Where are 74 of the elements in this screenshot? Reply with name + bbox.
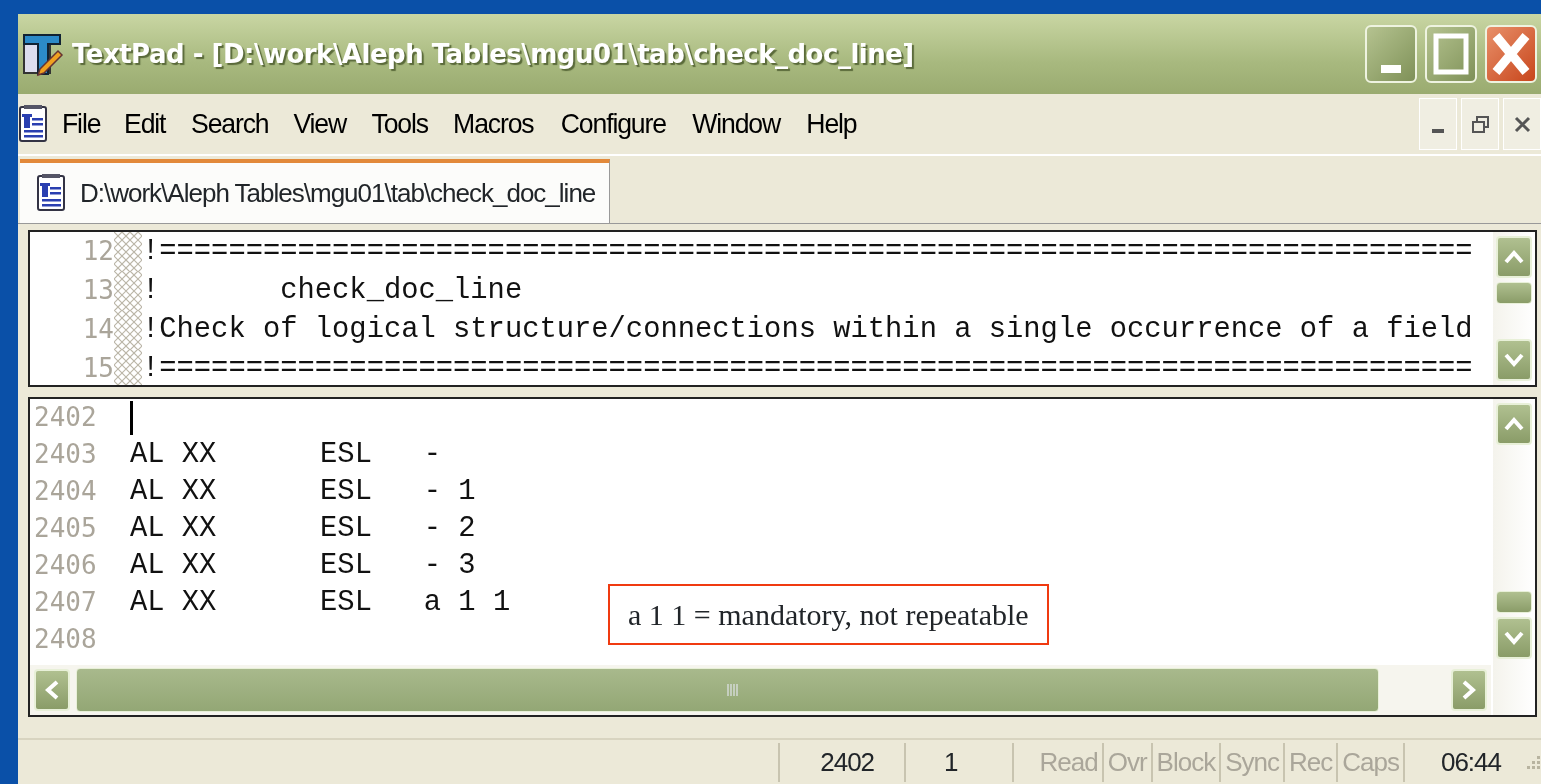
scroll-down-button[interactable] — [1496, 617, 1532, 659]
menu-item[interactable]: Configure — [550, 103, 676, 145]
status-indicator: Caps — [1338, 742, 1405, 782]
code-line: AL XX ESL a 1 1 — [130, 584, 511, 621]
menu-item[interactable]: Search — [180, 103, 279, 145]
doc-restore-button[interactable] — [1461, 98, 1499, 150]
status-column-number: 1 — [904, 742, 1012, 782]
hatch-marker-icon — [114, 232, 142, 271]
document-icon — [18, 104, 50, 144]
left-chevron-icon — [45, 680, 59, 700]
menu-item[interactable]: Help — [795, 103, 867, 145]
menu-item[interactable]: Edit — [113, 103, 177, 145]
line-number: 2402 — [33, 401, 98, 434]
code-line: AL XX ESL - 2 — [130, 510, 476, 547]
scroll-up-button[interactable] — [1496, 236, 1532, 278]
status-indicator: Read — [1035, 742, 1104, 782]
window-title: TextPad - [D:\work\Aleph Tables\mgu01\tab\check_doc_line] — [72, 37, 915, 71]
up-chevron-icon — [1504, 417, 1524, 431]
hatch-marker-icon — [114, 349, 142, 385]
status-indicator: Sync — [1221, 742, 1285, 782]
code-line: !============================================================================ — [142, 350, 1473, 385]
line-number: 2403 — [33, 438, 98, 471]
status-line-number: 2402 — [778, 742, 905, 782]
close-button[interactable] — [1485, 25, 1537, 83]
grip-icon — [726, 683, 738, 697]
app-icon — [20, 31, 64, 77]
minimize-button[interactable] — [1365, 25, 1417, 83]
down-chevron-icon — [1504, 631, 1524, 645]
down-chevron-icon — [1504, 353, 1524, 367]
code-line: !Check of logical structure/connections within a single occurrence of a field — [142, 311, 1473, 348]
scroll-up-button[interactable] — [1496, 403, 1532, 445]
menu-item[interactable]: Tools — [360, 103, 439, 145]
menu-item[interactable]: View — [283, 103, 357, 145]
code-line: AL XX ESL - — [130, 436, 442, 473]
line-number: 12 — [81, 235, 114, 268]
right-chevron-icon — [1462, 680, 1476, 700]
doc-minimize-button[interactable] — [1419, 98, 1457, 150]
code-line: AL XX ESL - 3 — [130, 547, 476, 584]
menu-item[interactable]: Macros — [442, 103, 544, 145]
hatch-marker-icon — [114, 310, 142, 349]
line-number: 2408 — [33, 623, 98, 656]
scroll-right-button[interactable] — [1451, 669, 1487, 711]
scroll-down-button[interactable] — [1496, 339, 1532, 381]
scrollbar-thumb[interactable] — [1496, 591, 1532, 613]
line-number: 13 — [81, 274, 114, 307]
up-chevron-icon — [1504, 250, 1524, 264]
status-indicator: Block — [1152, 742, 1222, 782]
line-number: 2404 — [33, 475, 98, 508]
code-line: AL XX ESL - 1 — [130, 473, 476, 510]
scroll-left-button[interactable] — [34, 669, 70, 711]
status-indicator: Rec — [1284, 742, 1339, 782]
hatch-marker-icon — [114, 271, 142, 310]
line-number: 2406 — [33, 549, 98, 582]
document-tab[interactable]: D:\work\Aleph Tables\mgu01\tab\check_doc_line — [20, 159, 611, 223]
doc-close-button[interactable] — [1503, 98, 1541, 150]
maximize-button[interactable] — [1425, 25, 1477, 83]
doc-minimize-icon — [1432, 129, 1444, 133]
scrollbar-thumb[interactable] — [76, 668, 1379, 712]
status-indicator: Ovr — [1103, 742, 1153, 782]
scrollbar-thumb[interactable] — [1496, 282, 1532, 304]
status-clock: 06:44 — [1439, 745, 1503, 779]
menu-item[interactable]: Window — [682, 103, 791, 145]
minimize-icon — [1381, 65, 1401, 73]
document-icon — [36, 173, 68, 213]
line-number: 2407 — [33, 586, 98, 619]
doc-restore-icon — [1471, 115, 1489, 133]
line-number: 14 — [81, 313, 114, 346]
menu-item[interactable]: File — [51, 103, 111, 145]
annotation-callout: a 1 1 = mandatory, not repeatable — [608, 584, 1049, 645]
line-number: 15 — [81, 352, 114, 385]
line-number: 2405 — [33, 512, 98, 545]
code-line: ! check_doc_line — [142, 272, 523, 309]
doc-close-icon — [1513, 115, 1531, 133]
code-line: !============================================================================ — [142, 233, 1473, 270]
